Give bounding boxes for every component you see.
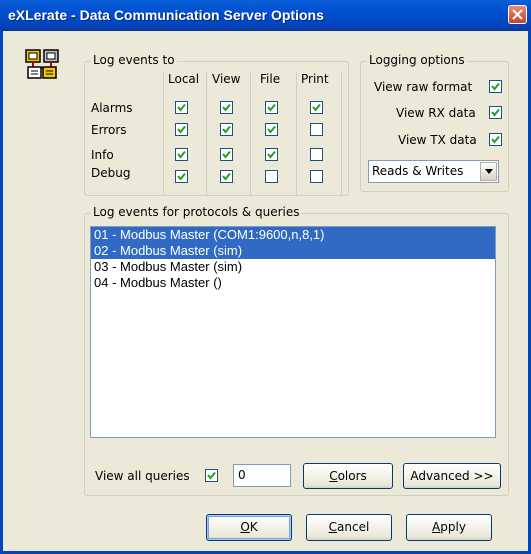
check-icon	[177, 125, 186, 134]
view-raw-format-label: View raw format	[374, 80, 473, 94]
dropdown-arrow-button[interactable]	[480, 162, 497, 181]
check-icon	[491, 82, 500, 91]
colors-label: olors	[337, 469, 367, 483]
list-item[interactable]: 01 - Modbus Master (COM1:9600,n,8,1)	[91, 227, 495, 243]
read-write-selected-value: Reads & Writes	[372, 164, 464, 178]
checkbox-debug-view[interactable]	[220, 170, 233, 183]
close-icon	[512, 9, 523, 20]
check-icon	[267, 150, 276, 159]
column-header-file: File	[259, 72, 282, 86]
ok-hotkey: O	[240, 520, 250, 534]
app-network-icon	[25, 49, 59, 79]
checkbox-errors-file[interactable]	[265, 123, 278, 136]
column-header-print: Print	[300, 72, 330, 86]
list-item[interactable]: 03 - Modbus Master (sim)	[91, 259, 495, 275]
check-icon	[491, 108, 500, 117]
view-all-queries-checkbox[interactable]	[205, 469, 218, 482]
checkbox-errors-view[interactable]	[220, 123, 233, 136]
ok-button[interactable]: OK	[206, 514, 292, 541]
apply-button[interactable]: Apply	[406, 514, 492, 541]
cancel-hotkey: C	[328, 520, 338, 534]
row-label-debug: Debug	[91, 166, 131, 180]
check-icon	[222, 150, 231, 159]
checkbox-info-local[interactable]	[175, 148, 188, 161]
row-label-alarms: Alarms	[91, 101, 133, 115]
column-divider	[341, 72, 342, 195]
checkbox-debug-print[interactable]	[310, 170, 323, 183]
cancel-label: ancel	[337, 520, 370, 534]
check-icon	[267, 103, 276, 112]
checkbox-info-file[interactable]	[265, 148, 278, 161]
logging-options-legend: Logging options	[367, 53, 467, 67]
protocols-listbox[interactable]: 01 - Modbus Master (COM1:9600,n,8,1) 02 …	[90, 226, 496, 438]
ok-label: K	[249, 520, 258, 534]
view-rx-data-checkbox[interactable]	[489, 106, 502, 119]
column-header-view: View	[211, 72, 242, 86]
checkbox-alarms-print[interactable]	[310, 101, 323, 114]
check-icon	[177, 172, 186, 181]
log-events-to-legend: Log events to	[91, 53, 177, 67]
checkbox-info-view[interactable]	[220, 148, 233, 161]
checkbox-alarms-local[interactable]	[175, 101, 188, 114]
check-icon	[312, 103, 321, 112]
checkbox-errors-print[interactable]	[310, 123, 323, 136]
cancel-button[interactable]: Cancel	[306, 514, 392, 541]
colors-button[interactable]: Colors	[303, 463, 393, 489]
checkbox-alarms-file[interactable]	[265, 101, 278, 114]
protocols-legend: Log events for protocols & queries	[91, 205, 302, 219]
column-divider	[206, 72, 207, 195]
column-divider	[250, 72, 251, 195]
checkbox-debug-file[interactable]	[265, 170, 278, 183]
view-raw-format-checkbox[interactable]	[489, 80, 502, 93]
check-icon	[267, 125, 276, 134]
apply-label: pply	[440, 520, 466, 534]
row-label-info: Info	[91, 148, 114, 162]
read-write-dropdown[interactable]: Reads & Writes	[368, 160, 499, 183]
checkbox-errors-local[interactable]	[175, 123, 188, 136]
check-icon	[222, 103, 231, 112]
title-bar: eXLerate - Data Communication Server Opt…	[0, 0, 531, 31]
view-all-queries-label: View all queries	[95, 469, 190, 483]
column-divider	[163, 72, 164, 195]
view-tx-data-checkbox[interactable]	[489, 133, 502, 146]
chevron-down-icon	[485, 169, 493, 174]
column-header-local: Local	[167, 72, 201, 86]
checkbox-alarms-view[interactable]	[220, 101, 233, 114]
list-item[interactable]: 02 - Modbus Master (sim)	[91, 243, 495, 259]
advanced-button[interactable]: Advanced >>	[403, 463, 501, 489]
window-title: eXLerate - Data Communication Server Opt…	[8, 7, 324, 23]
advanced-label: Advanced >>	[410, 469, 494, 483]
view-rx-data-label: View RX data	[396, 106, 476, 120]
colors-hotkey: C	[329, 469, 338, 483]
query-number-input[interactable]: 0	[233, 464, 291, 487]
column-divider	[296, 72, 297, 195]
check-icon	[177, 150, 186, 159]
check-icon	[222, 172, 231, 181]
checkbox-debug-local[interactable]	[175, 170, 188, 183]
checkbox-info-print[interactable]	[310, 148, 323, 161]
row-label-errors: Errors	[91, 123, 127, 137]
check-icon	[177, 103, 186, 112]
view-tx-data-label: View TX data	[398, 133, 477, 147]
check-icon	[222, 125, 231, 134]
window-frame-left	[0, 30, 3, 554]
list-item[interactable]: 04 - Modbus Master ()	[91, 275, 495, 291]
close-button[interactable]	[508, 5, 527, 24]
check-icon	[491, 135, 500, 144]
check-icon	[207, 471, 216, 480]
